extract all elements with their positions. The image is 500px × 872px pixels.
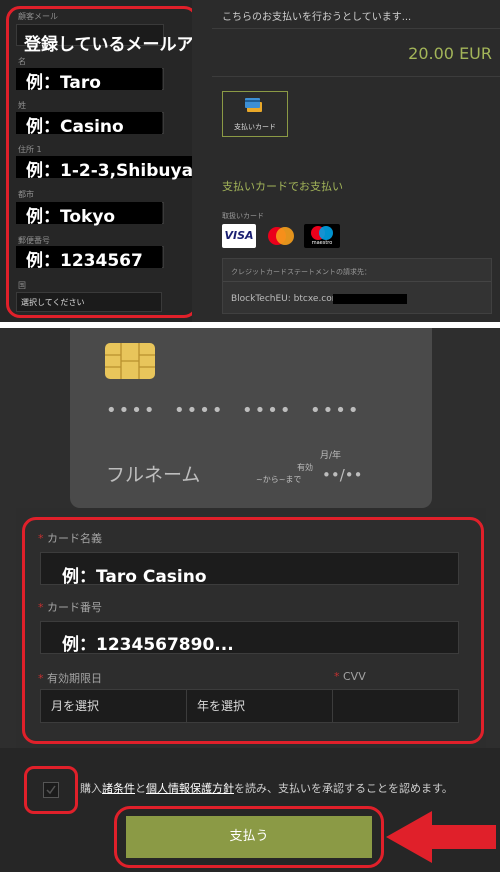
accepted-cards-label: 取扱いカード — [222, 212, 264, 220]
divider — [212, 28, 500, 29]
statement-label: クレジットカードステートメントの請求先： — [231, 268, 371, 276]
card-chip — [105, 343, 155, 379]
redaction-bar — [333, 294, 407, 304]
divider — [212, 76, 500, 77]
highlight-card-form — [22, 517, 484, 744]
highlight-checkbox — [24, 766, 78, 814]
divider — [223, 281, 491, 282]
expiry-from-label: ~から~まで — [256, 475, 302, 484]
card-number-group: •••• — [310, 400, 361, 421]
card-number-group: •••• — [242, 400, 293, 421]
mastercard-logo — [264, 224, 298, 248]
agreement-prefix: 購入 — [80, 782, 102, 795]
visa-logo: VISA — [222, 224, 256, 248]
maestro-logo: maestro — [304, 224, 340, 248]
credit-card-icon — [245, 98, 262, 112]
card-number-group: •••• — [106, 400, 157, 421]
payment-summary: こちらのお支払いを行おうとしています... 20.00 EUR 支払いカード 支… — [192, 0, 500, 322]
card-preview: •••• •••• •••• •••• フルネーム 月/年 有効 ~から~まで … — [70, 328, 432, 508]
privacy-link[interactable]: 個人情報保護方針 — [146, 782, 234, 795]
card-method-tile[interactable]: 支払いカード — [222, 91, 288, 137]
card-holder-preview: フルネーム — [106, 464, 201, 486]
agreement-text: 購入諸条件と個人情報保護方針を読み、支払いを承認することを認めます。 — [80, 780, 453, 796]
pay-button[interactable]: 支払う — [126, 816, 372, 858]
expiry-preview: ••/•• — [322, 466, 363, 484]
maestro-text: maestro — [311, 240, 333, 246]
expiry-label-top: 月/年 — [320, 451, 342, 461]
statement-value: BlockTechEU: btcxe.com — [231, 294, 341, 304]
payment-amount: 20.00 EUR — [408, 44, 492, 63]
arrow-icon — [386, 811, 496, 863]
card-method-label: 支払いカード — [234, 123, 276, 131]
terms-link[interactable]: 諸条件 — [102, 782, 135, 795]
agreement-suffix: を読み、支払いを承認することを認めます。 — [234, 782, 453, 795]
pay-by-card-heading: 支払いカードでお支払い — [222, 180, 343, 193]
card-number-group: •••• — [174, 400, 225, 421]
valid-label: 有効 — [297, 463, 313, 472]
payment-notice: こちらのお支払いを行おうとしています... — [222, 12, 412, 23]
agreement-and: と — [135, 782, 146, 795]
statement-box: クレジットカードステートメントの請求先： BlockTechEU: btcxe.… — [222, 258, 492, 314]
highlight-customer-form — [6, 6, 198, 318]
